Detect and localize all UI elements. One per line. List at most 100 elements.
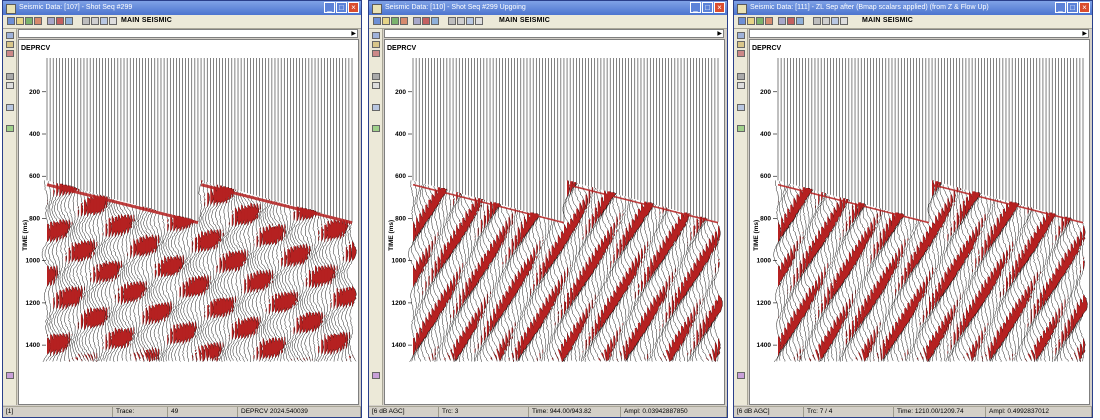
- scale-tool-icon[interactable]: [65, 17, 73, 25]
- status-trace: Trc: 3: [439, 407, 529, 417]
- pointer-tool-icon[interactable]: [738, 17, 746, 25]
- help-tool-icon[interactable]: [109, 17, 117, 25]
- pick-tool-icon[interactable]: [765, 17, 773, 25]
- scale-tool-icon[interactable]: [431, 17, 439, 25]
- window-title-bar[interactable]: Seismic Data: [110] - Shot Seq #299 Upgo…: [369, 1, 727, 15]
- options-tool-icon[interactable]: [82, 17, 90, 25]
- side-tool-6-icon[interactable]: [737, 104, 745, 111]
- pan-tool-icon[interactable]: [391, 17, 399, 25]
- close-icon[interactable]: ×: [1079, 2, 1090, 13]
- seismic-plot[interactable]: DEPRCV TIME (ms) 200 400 600 800 1000 1200 1400: [18, 39, 359, 405]
- wiggle-fill: [582, 312, 586, 331]
- time-tick-label: 1400: [392, 342, 407, 349]
- side-tool-6-icon[interactable]: [6, 104, 14, 111]
- seismic-window-111[interactable]: Seismic Data: [111] - ZL Sep after (Bmap…: [733, 0, 1093, 418]
- channel-selector[interactable]: ▶: [18, 29, 358, 38]
- seismic-window-107[interactable]: Seismic Data: [107] - Shot Seq #299 _ □ × …: [2, 0, 362, 418]
- pan-tool-icon[interactable]: [25, 17, 33, 25]
- pointer-tool-icon[interactable]: [373, 17, 381, 25]
- color-tool-icon[interactable]: [56, 17, 64, 25]
- pan-tool-icon[interactable]: [756, 17, 764, 25]
- trace: [346, 58, 357, 362]
- side-tool-2-icon[interactable]: [6, 41, 14, 48]
- side-tool-8-icon[interactable]: [737, 372, 745, 379]
- wiggle-fill: [281, 337, 284, 354]
- side-tool-5-icon[interactable]: [6, 82, 14, 89]
- pick-tool-icon[interactable]: [400, 17, 408, 25]
- channel-selector[interactable]: ▶: [749, 29, 1089, 38]
- options-tool-icon[interactable]: [448, 17, 456, 25]
- side-tool-7-icon[interactable]: [737, 125, 745, 132]
- seismic-plot[interactable]: DEPRCV TIME (ms) 200 400 600 800 1000 1200 1400: [384, 39, 725, 405]
- display-tool-icon[interactable]: [47, 17, 55, 25]
- side-tool-2-icon[interactable]: [737, 41, 745, 48]
- color-tool-icon[interactable]: [422, 17, 430, 25]
- close-icon[interactable]: ×: [348, 2, 359, 13]
- side-tool-2-icon[interactable]: [372, 41, 380, 48]
- seismic-canvas[interactable]: DEPRCV TIME (ms) 200 400 600 800 1000 1200 1400: [19, 40, 362, 368]
- side-tool-1-icon[interactable]: [737, 32, 745, 39]
- trace: [109, 58, 120, 361]
- settings-tool-icon[interactable]: [822, 17, 830, 25]
- status-bar: [6 dB AGC] Trc: 7 / 4 Time: 1210.00/1209…: [734, 406, 1092, 417]
- settings-tool-icon[interactable]: [91, 17, 99, 25]
- time-tick-label: 1000: [757, 258, 772, 265]
- side-tool-3-icon[interactable]: [737, 50, 745, 57]
- side-tool-1-icon[interactable]: [6, 32, 14, 39]
- time-tick-label: 400: [760, 131, 771, 138]
- settings-tool-icon[interactable]: [457, 17, 465, 25]
- side-tool-8-icon[interactable]: [372, 372, 380, 379]
- side-tool-3-icon[interactable]: [372, 50, 380, 57]
- side-tool-8-icon[interactable]: [6, 372, 14, 379]
- seismic-plot[interactable]: DEPRCV TIME (ms) 200 400 600 800 1000 1200 1400: [749, 39, 1090, 405]
- time-tick-label: 600: [395, 173, 406, 180]
- side-tool-6-icon[interactable]: [372, 104, 380, 111]
- pick-tool-icon[interactable]: [34, 17, 42, 25]
- options-tool-icon[interactable]: [813, 17, 821, 25]
- pointer-tool-icon[interactable]: [7, 17, 15, 25]
- maximize-icon[interactable]: □: [336, 2, 347, 13]
- side-tool-4-icon[interactable]: [6, 73, 14, 80]
- wiggle-fill: [256, 317, 259, 336]
- close-icon[interactable]: ×: [714, 2, 725, 13]
- maximize-icon[interactable]: □: [1067, 2, 1078, 13]
- desktop: Seismic Data: [107] - Shot Seq #299 _ □ × …: [0, 0, 1100, 420]
- print-tool-icon[interactable]: [466, 17, 474, 25]
- seismic-canvas[interactable]: DEPRCV TIME (ms) 200 400 600 800 1000 1200 1400: [385, 40, 728, 368]
- window-title-bar[interactable]: Seismic Data: [111] - ZL Sep after (Bmap…: [734, 1, 1092, 15]
- side-tool-5-icon[interactable]: [372, 82, 380, 89]
- side-tool-4-icon[interactable]: [737, 73, 745, 80]
- zoom-tool-icon[interactable]: [747, 17, 755, 25]
- maximize-icon[interactable]: □: [702, 2, 713, 13]
- seismic-canvas[interactable]: DEPRCV TIME (ms) 200 400 600 800 1000 1200 1400: [750, 40, 1093, 368]
- print-tool-icon[interactable]: [100, 17, 108, 25]
- minimize-icon[interactable]: _: [324, 2, 335, 13]
- side-tool-1-icon[interactable]: [372, 32, 380, 39]
- zoom-tool-icon[interactable]: [382, 17, 390, 25]
- display-tool-icon[interactable]: [413, 17, 421, 25]
- side-tool-5-icon[interactable]: [737, 82, 745, 89]
- channel-selector[interactable]: ▶: [384, 29, 724, 38]
- zoom-tool-icon[interactable]: [16, 17, 24, 25]
- side-tool-4-icon[interactable]: [372, 73, 380, 80]
- help-tool-icon[interactable]: [840, 17, 848, 25]
- wiggle-fill: [117, 261, 121, 274]
- side-tool-7-icon[interactable]: [6, 125, 14, 132]
- display-tool-icon[interactable]: [778, 17, 786, 25]
- trace: [115, 58, 127, 362]
- wiggle-fill: [1073, 352, 1078, 362]
- status-bar: [6 dB AGC] Trc: 3 Time: 944.00/943.82 Am…: [369, 406, 727, 417]
- minimize-icon[interactable]: _: [1055, 2, 1066, 13]
- window-title-bar[interactable]: Seismic Data: [107] - Shot Seq #299 _ □ ×: [3, 1, 361, 15]
- status-mode: [1]: [3, 407, 113, 417]
- status-amplitude: Ampl: 0.03942887850: [621, 407, 727, 417]
- side-tool-7-icon[interactable]: [372, 125, 380, 132]
- print-tool-icon[interactable]: [831, 17, 839, 25]
- first-break-event: [200, 183, 353, 225]
- seismic-window-110[interactable]: Seismic Data: [110] - Shot Seq #299 Upgo…: [368, 0, 728, 418]
- minimize-icon[interactable]: _: [690, 2, 701, 13]
- side-tool-3-icon[interactable]: [6, 50, 14, 57]
- help-tool-icon[interactable]: [475, 17, 483, 25]
- scale-tool-icon[interactable]: [796, 17, 804, 25]
- color-tool-icon[interactable]: [787, 17, 795, 25]
